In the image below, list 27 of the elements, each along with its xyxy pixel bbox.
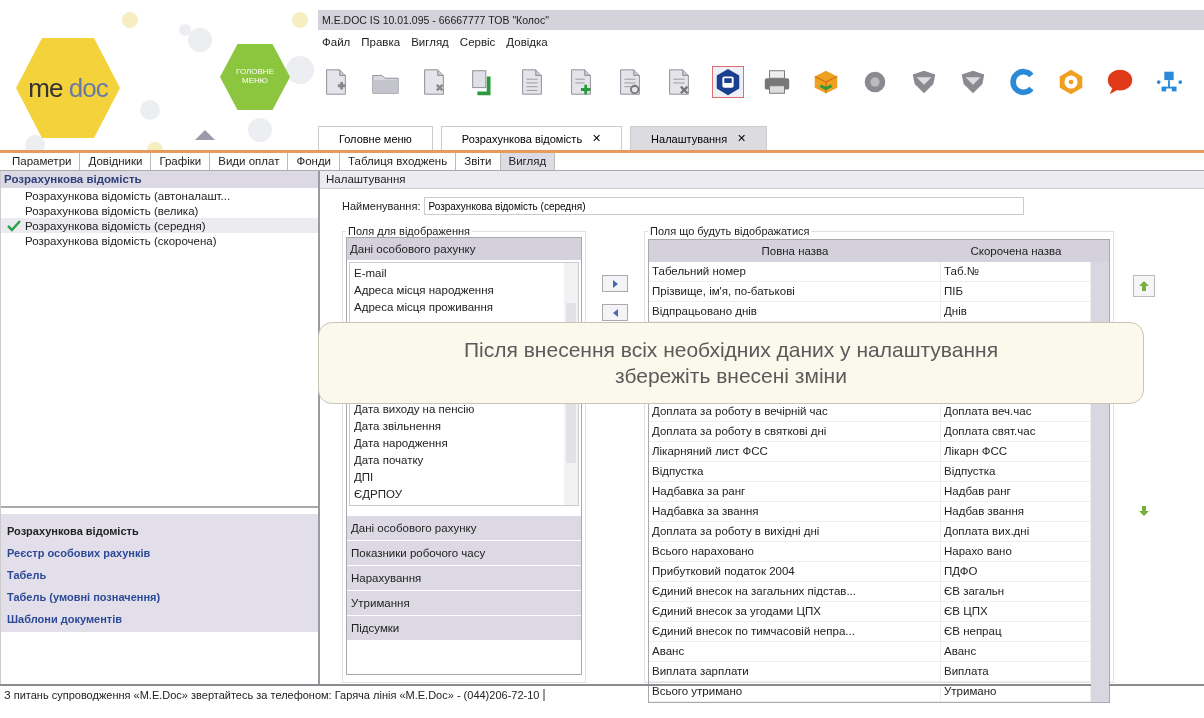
- table-cell: Всього нараховано: [649, 542, 941, 562]
- window-title: M.E.DOC IS 10.01.095 - 66667777 ТОВ "Колос": [318, 10, 1204, 30]
- table-cell: Лікарняний лист ФСС: [649, 442, 941, 462]
- table-cell: Єдиний внесок за угодами ЦПХ: [649, 602, 941, 622]
- table-cell: Надбавка за ранг: [649, 482, 941, 502]
- table-cell: Єдиний внесок на загальних підстав...: [649, 582, 941, 602]
- table-cell: Єдиний внесок по тимчасовій непра...: [649, 622, 941, 642]
- table-cell: Прибутковий податок 2004: [649, 562, 941, 582]
- table-cell: Аванс: [649, 642, 941, 662]
- group-label: Поля для відображення: [347, 225, 471, 237]
- panel-title: Розрахункова відомість: [1, 171, 318, 188]
- panel-title: Налаштування: [320, 171, 1204, 189]
- logo-text: me doc: [28, 72, 108, 104]
- table-cell: Доплата за роботу в святкові дні: [649, 422, 941, 442]
- section-header: Дані особового рахунку: [347, 238, 581, 260]
- table-cell: Табельний номер: [649, 262, 941, 282]
- field-label: Найменування:: [342, 200, 421, 212]
- hint-text: збережіть внесені зміни: [615, 363, 847, 389]
- table-cell: Відпустка: [649, 462, 941, 482]
- table-cell: Виплата зарплати: [649, 662, 941, 682]
- table-cell: Всього утримано: [649, 682, 941, 702]
- status-text: З питань супроводження «M.E.Doc» звертайтесь за телефоном: Гаряча лінія «M.E.Doc» - (044)206-72-10: [4, 689, 546, 701]
- group-label: Поля що будуть відображатися: [649, 225, 811, 237]
- table-cell: Прізвище, ім'я, по-батькові: [649, 282, 941, 302]
- table-cell: Надбавка за звання: [649, 502, 941, 522]
- table-cell: Доплата за роботу в вихідні дні: [649, 522, 941, 542]
- hint-text: Після внесення всіх необхідних даних у налаштування: [464, 337, 998, 363]
